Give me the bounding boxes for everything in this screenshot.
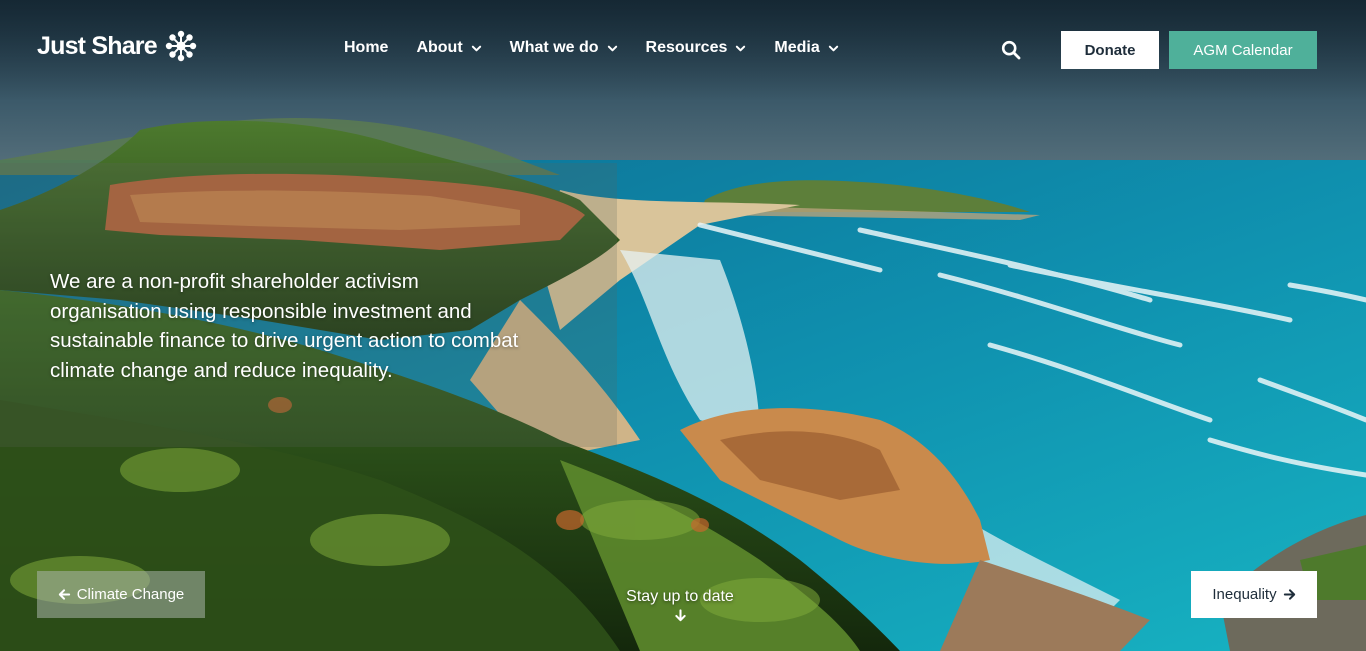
arrow-down-icon (674, 609, 686, 622)
chevron-down-icon (471, 45, 481, 51)
nav-item-media[interactable]: Media (774, 39, 838, 57)
brand-name: Just Share (37, 31, 158, 60)
next-slide-button[interactable]: Inequality (1191, 571, 1317, 618)
main-nav: Home About What we do Resources Media (344, 39, 839, 57)
chevron-down-icon (736, 45, 746, 51)
nav-item-label: Home (344, 39, 389, 56)
prev-slide-button[interactable]: Climate Change (37, 571, 205, 618)
chevron-down-icon (828, 45, 838, 51)
arrow-right-icon (1283, 589, 1295, 600)
nav-item-about[interactable]: About (416, 39, 481, 57)
site-header: Just Share Home About What we do Resourc… (0, 0, 1366, 100)
starburst-logo-icon (165, 30, 197, 62)
nav-item-what-we-do[interactable]: What we do (510, 39, 618, 57)
stay-up-to-date-label: Stay up to date (626, 588, 734, 605)
nav-item-label: Resources (645, 39, 728, 56)
donate-button[interactable]: Donate (1061, 31, 1159, 69)
search-icon[interactable] (1001, 40, 1021, 60)
stay-up-to-date-link[interactable]: Stay up to date (600, 588, 760, 622)
nav-item-label: What we do (509, 39, 599, 56)
logo-link[interactable]: Just Share (37, 28, 199, 64)
chevron-down-icon (607, 45, 617, 51)
agm-calendar-button[interactable]: AGM Calendar (1169, 31, 1317, 69)
nav-item-label: About (416, 39, 463, 56)
mission-statement: We are a non-profit shareholder activism… (50, 270, 519, 382)
next-slide-label: Inequality (1212, 586, 1277, 603)
prev-slide-label: Climate Change (76, 586, 185, 603)
nav-item-label: Media (774, 39, 820, 56)
nav-item-home[interactable]: Home (344, 39, 388, 57)
nav-item-resources[interactable]: Resources (646, 39, 747, 57)
arrow-left-icon (58, 589, 70, 600)
